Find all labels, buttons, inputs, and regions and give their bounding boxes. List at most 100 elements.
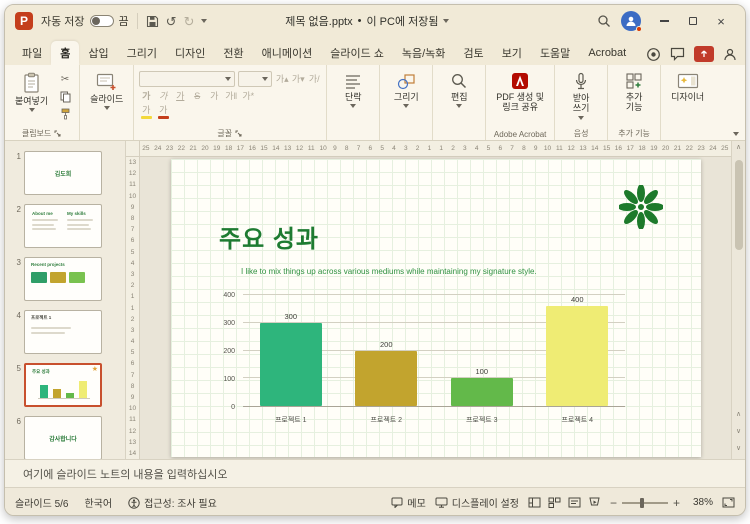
- notes-toggle-button[interactable]: 메모: [391, 495, 426, 510]
- search-icon[interactable]: [597, 14, 611, 28]
- slide-subtitle[interactable]: I like to mix things up across various m…: [241, 267, 537, 276]
- drawing-button[interactable]: 그리기: [385, 70, 427, 110]
- format-painter-icon[interactable]: [56, 106, 74, 121]
- zoom-slider[interactable]: [621, 497, 668, 508]
- slide-thumbnail-3[interactable]: Recent projects: [24, 257, 102, 301]
- create-pdf-button[interactable]: PDF 생성 및 링크 공유: [491, 70, 549, 115]
- slide-title[interactable]: 주요 성과: [219, 219, 319, 254]
- normal-view-icon[interactable]: [528, 497, 541, 508]
- new-slide-dropdown-icon[interactable]: [103, 106, 110, 111]
- text-highlight-color-icon[interactable]: 가: [139, 105, 153, 119]
- tab-animations[interactable]: 애니메이션: [253, 41, 322, 65]
- fit-slide-to-window-icon[interactable]: [722, 497, 735, 508]
- autosave-control[interactable]: 자동 저장 끔: [41, 13, 129, 29]
- people-icon[interactable]: [723, 48, 737, 61]
- reading-view-icon[interactable]: [568, 497, 581, 508]
- next-slide-icon[interactable]: ∨: [736, 425, 741, 438]
- accessibility-status[interactable]: 접근성: 조사 필요: [128, 495, 217, 510]
- chart-bar-2[interactable]: [355, 350, 418, 406]
- vertical-scrollbar[interactable]: ∧ ∧ ∨ ∨: [731, 141, 745, 459]
- font-color-icon[interactable]: 가: [156, 105, 170, 119]
- tab-draw[interactable]: 그리기: [118, 41, 166, 65]
- copy-icon[interactable]: [56, 89, 74, 104]
- autosave-toggle[interactable]: [89, 15, 114, 27]
- zoom-slider-thumb[interactable]: [639, 497, 644, 508]
- tab-slideshow[interactable]: 슬라이드 쇼: [321, 41, 393, 65]
- maximize-button[interactable]: [679, 9, 707, 33]
- user-avatar[interactable]: [620, 11, 642, 32]
- tab-design[interactable]: 디자인: [166, 41, 214, 65]
- scrollbar-thumb[interactable]: [734, 160, 743, 250]
- save-icon[interactable]: [146, 15, 159, 28]
- undo-icon[interactable]: ↺: [166, 15, 177, 28]
- slide-canvas[interactable]: 주요 성과 I like to mix things up across var…: [171, 159, 701, 457]
- slide-thumbnail-2[interactable]: About me My skills: [24, 204, 102, 248]
- cut-icon[interactable]: ✂: [56, 72, 74, 87]
- tab-record[interactable]: 녹음/녹화: [393, 41, 455, 65]
- display-settings-button[interactable]: 디스플레이 설정: [435, 495, 519, 510]
- collapse-ribbon-icon[interactable]: [733, 132, 739, 136]
- scroll-down-icon[interactable]: ∨: [736, 442, 741, 455]
- tab-home[interactable]: 홈: [51, 41, 80, 65]
- paste-dropdown-icon[interactable]: [28, 108, 35, 113]
- chart-bar-3[interactable]: [450, 378, 513, 406]
- dictate-button[interactable]: 받아 쓰기: [560, 70, 602, 122]
- powerpoint-app-icon[interactable]: P: [15, 12, 33, 30]
- redo-icon[interactable]: ↻: [184, 15, 195, 28]
- paragraph-dropdown-icon[interactable]: [350, 104, 357, 109]
- tab-view[interactable]: 보기: [493, 41, 531, 65]
- document-title[interactable]: 제목 없음.pptx • 이 PC에 저장됨: [285, 13, 450, 29]
- editing-dropdown-icon[interactable]: [456, 104, 463, 109]
- slide-sorter-icon[interactable]: [548, 497, 561, 508]
- tab-help[interactable]: 도움말: [531, 41, 579, 65]
- notes-pane[interactable]: 여기에 슬라이드 노트의 내용을 입력하십시오: [5, 459, 745, 487]
- tab-acrobat[interactable]: Acrobat: [579, 41, 635, 65]
- minimize-button[interactable]: [651, 9, 679, 33]
- dictate-dropdown-icon[interactable]: [578, 115, 585, 120]
- tab-review[interactable]: 검토: [454, 41, 492, 65]
- slide-thumbnail-5[interactable]: 주요 성과 ★: [24, 363, 102, 407]
- underline-icon[interactable]: 가: [173, 89, 187, 103]
- bar-chart[interactable]: 0 100 200 300 400 300 200 100 400 프로젝트 1 프로젝트 2프…: [205, 287, 641, 433]
- drawing-dropdown-icon[interactable]: [403, 104, 410, 109]
- character-spacing-icon[interactable]: 가‖: [224, 89, 238, 103]
- italic-icon[interactable]: 가: [156, 89, 170, 103]
- chart-bar-4[interactable]: [546, 306, 609, 406]
- clipboard-dialog-launcher-icon[interactable]: [54, 130, 62, 138]
- shrink-font-icon[interactable]: 가▾: [291, 72, 305, 86]
- zoom-out-icon[interactable]: −: [610, 497, 617, 509]
- designer-button[interactable]: 디자이너: [666, 70, 709, 104]
- tab-transitions[interactable]: 전환: [214, 41, 252, 65]
- clear-formatting-icon[interactable]: 가/: [307, 72, 321, 86]
- previous-slide-icon[interactable]: ∧: [736, 408, 741, 421]
- tab-insert[interactable]: 삽입: [79, 41, 117, 65]
- scroll-up-icon[interactable]: ∧: [736, 141, 741, 154]
- zoom-level[interactable]: 38%: [689, 497, 713, 508]
- slide-thumbnail-4[interactable]: 프로젝트 1: [24, 310, 102, 354]
- strikethrough-icon[interactable]: S: [190, 89, 204, 103]
- zoom-in-icon[interactable]: +: [673, 497, 680, 509]
- chart-bar-1[interactable]: [259, 322, 322, 406]
- share-button[interactable]: [694, 46, 714, 62]
- slide-thumbnail-1[interactable]: 김도희: [24, 151, 102, 195]
- font-size-combo[interactable]: [238, 71, 273, 87]
- slideshow-icon[interactable]: [588, 497, 601, 508]
- font-name-combo[interactable]: [139, 71, 236, 87]
- close-button[interactable]: ×: [707, 9, 735, 33]
- flower-decoration[interactable]: [619, 185, 663, 229]
- record-icon[interactable]: [646, 47, 661, 62]
- tab-file[interactable]: 파일: [13, 41, 51, 65]
- comments-icon[interactable]: [670, 47, 685, 61]
- bold-icon[interactable]: 가: [139, 89, 153, 103]
- language-button[interactable]: 한국어: [84, 495, 112, 510]
- slide-thumbnail-6[interactable]: 감사합니다: [24, 416, 102, 459]
- editing-button[interactable]: 편집: [438, 70, 480, 110]
- addins-button[interactable]: 추가 기능: [613, 70, 655, 115]
- font-dialog-launcher-icon[interactable]: [235, 130, 243, 138]
- grow-font-icon[interactable]: 가▴: [275, 72, 289, 86]
- change-case-icon[interactable]: 가*: [241, 89, 255, 103]
- paste-button[interactable]: 붙여넣기: [10, 70, 53, 114]
- text-shadow-icon[interactable]: 가: [207, 89, 221, 103]
- customize-quick-access-icon[interactable]: [201, 19, 208, 23]
- paragraph-button[interactable]: 단락: [332, 70, 374, 110]
